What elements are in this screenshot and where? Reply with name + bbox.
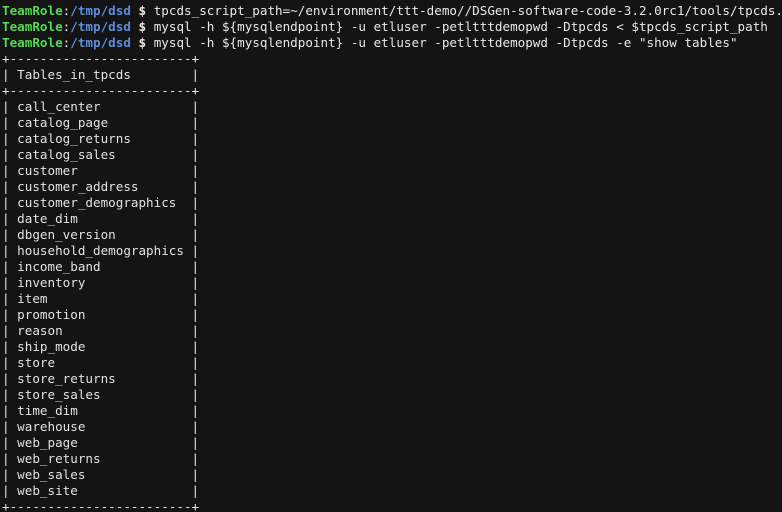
prompt-symbol: $: [138, 19, 147, 34]
command-text: tpcds_script_path=~/environment/ttt-demo…: [146, 3, 782, 18]
table-row: | inventory |: [2, 275, 200, 290]
prompt-line: TeamRole:/tmp/dsd $ mysql -h ${mysqlendp…: [0, 19, 782, 35]
table-row: | household_demographics |: [2, 243, 200, 258]
table-row: | store |: [2, 355, 200, 370]
table-row: | ship_mode |: [2, 339, 200, 354]
command-text: mysql -h ${mysqlendpoint} -u etluser -pe…: [146, 35, 738, 50]
table-row: | customer_address |: [2, 179, 200, 194]
table-row: | warehouse |: [2, 419, 200, 434]
table-row: | time_dim |: [2, 403, 200, 418]
table-row: | web_returns |: [2, 451, 200, 466]
prompt-path: /tmp/dsd: [70, 19, 131, 34]
prompt-symbol: $: [138, 35, 147, 50]
prompt-user: TeamRole: [2, 35, 63, 50]
table-row: | web_sales |: [2, 467, 200, 482]
prompt-symbol: $: [138, 3, 147, 18]
table-row: | customer |: [2, 163, 200, 178]
table-row: | income_band |: [2, 259, 200, 274]
prompt-path: /tmp/dsd: [70, 35, 131, 50]
table-row: | web_site |: [2, 483, 200, 498]
prompt-user: TeamRole: [2, 3, 63, 18]
table-row: | catalog_returns |: [2, 131, 200, 146]
table-row: | call_center |: [2, 99, 200, 114]
prompt-line: TeamRole:/tmp/dsd $ mysql -h ${mysqlendp…: [0, 35, 782, 51]
table-row: | store_returns |: [2, 371, 200, 386]
table-row: | promotion |: [2, 307, 200, 322]
table-row: | reason |: [2, 323, 200, 338]
table-row: | dbgen_version |: [2, 227, 200, 242]
table-border-bottom: +------------------------+: [2, 499, 200, 512]
prompt-line: TeamRole:/tmp/dsd $ tpcds_script_path=~/…: [0, 3, 782, 19]
table-row: | customer_demographics |: [2, 195, 200, 210]
table-row: | catalog_page |: [2, 115, 200, 130]
table-row: | catalog_sales |: [2, 147, 200, 162]
table-border-middle: +------------------------+: [2, 83, 200, 98]
table-row: | date_dim |: [2, 211, 200, 226]
table-row: | web_page |: [2, 435, 200, 450]
prompt-user: TeamRole: [2, 19, 63, 34]
command-text: mysql -h ${mysqlendpoint} -u etluser -pe…: [146, 19, 768, 34]
prompt-path: /tmp/dsd: [70, 3, 131, 18]
table-column-header: | Tables_in_tpcds |: [2, 67, 200, 82]
table-border-top: +------------------------+: [2, 51, 200, 66]
table-row: | item |: [2, 291, 200, 306]
table-row: | store_sales |: [2, 387, 200, 402]
terminal-window[interactable]: TeamRole:/tmp/dsd $ tpcds_script_path=~/…: [0, 0, 782, 512]
